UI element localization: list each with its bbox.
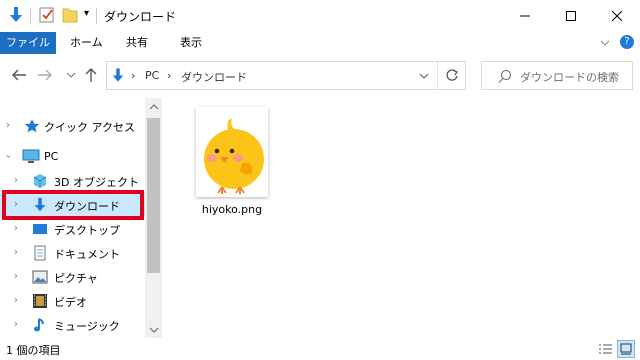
sidebar-item-label: 3D オブジェクト <box>54 176 139 189</box>
3d-objects-icon <box>32 173 48 189</box>
file-name: hiyoko.png <box>201 203 263 216</box>
ribbon-tabs: ファイル ホーム 共有 表示 ? <box>0 32 640 54</box>
pictures-icon <box>32 269 48 285</box>
breadcrumb-downloads[interactable]: ダウンロード <box>181 69 247 85</box>
expand-chevron-icon[interactable]: › <box>14 247 18 258</box>
chevron-down-icon <box>66 72 76 78</box>
chick-image-thumbnail <box>196 107 268 197</box>
star-icon <box>24 118 40 134</box>
details-view-icon <box>599 344 612 354</box>
sidebar-item-label: デスクトップ <box>54 224 120 237</box>
pc-icon <box>22 149 40 165</box>
tab-share[interactable]: 共有 <box>116 32 158 54</box>
window-title: ダウンロード <box>104 10 177 24</box>
maximize-button[interactable] <box>548 0 594 32</box>
navigation-pane: › クイック アクセス › PC › 3D オブジェクト › ダウンロード › … <box>0 98 162 338</box>
collapse-chevron-icon[interactable]: › <box>3 155 14 159</box>
sidebar-item-videos[interactable]: › ビデオ <box>0 289 145 313</box>
breadcrumb-separator[interactable]: › <box>167 69 171 82</box>
desktop-icon <box>32 221 48 237</box>
download-folder-icon <box>8 6 24 27</box>
expand-chevron-icon[interactable]: › <box>6 120 10 131</box>
sidebar-item-desktop[interactable]: › デスクトップ <box>0 217 145 241</box>
download-icon <box>111 67 125 87</box>
title-bar: ▾ ダウンロード <box>0 0 640 32</box>
navigation-bar: › PC › ダウンロード ダウンロードの検索 <box>0 54 640 98</box>
recent-locations-button[interactable] <box>62 66 80 84</box>
sidebar-item-label: ビデオ <box>54 296 87 309</box>
address-dropdown-icon[interactable] <box>419 71 429 84</box>
tab-view[interactable]: 表示 <box>170 32 212 54</box>
properties-icon[interactable] <box>39 6 55 27</box>
tab-home[interactable]: ホーム <box>60 32 113 54</box>
sidebar-item-quick-access[interactable]: › クイック アクセス <box>0 114 145 138</box>
ribbon-expand-icon[interactable] <box>599 37 611 52</box>
sidebar-item-label: PC <box>44 150 59 163</box>
large-icons-view-icon <box>620 343 632 355</box>
sidebar-scrollbar[interactable] <box>145 98 162 338</box>
tab-file[interactable]: ファイル <box>0 32 56 54</box>
up-arrow-icon <box>85 68 97 82</box>
item-count: 1 個の項目 <box>6 344 61 357</box>
up-button[interactable] <box>82 66 100 84</box>
refresh-icon[interactable] <box>445 68 459 85</box>
expand-chevron-icon[interactable]: › <box>14 295 18 306</box>
file-item[interactable]: hiyoko.png <box>191 104 273 218</box>
forward-button[interactable] <box>36 66 54 84</box>
sidebar-item-label: ピクチャ <box>54 272 98 285</box>
expand-chevron-icon[interactable]: › <box>14 271 18 282</box>
help-icon[interactable]: ? <box>620 35 634 49</box>
sidebar-item-documents[interactable]: › ドキュメント <box>0 241 145 265</box>
music-icon <box>32 317 48 333</box>
sidebar-item-music[interactable]: › ミュージック <box>0 313 145 337</box>
status-bar: 1 個の項目 <box>0 338 640 360</box>
scroll-down-icon[interactable] <box>145 321 162 338</box>
sidebar-item-label: ドキュメント <box>54 248 120 261</box>
video-icon <box>32 293 48 309</box>
details-view-button[interactable] <box>596 340 614 358</box>
back-button[interactable] <box>10 66 28 84</box>
minimize-icon <box>520 15 530 17</box>
scroll-thumb[interactable] <box>147 118 160 273</box>
large-icons-view-button[interactable] <box>617 340 635 358</box>
close-button[interactable] <box>594 0 640 32</box>
maximize-icon <box>566 11 576 21</box>
new-folder-icon[interactable] <box>62 6 78 27</box>
search-icon <box>498 69 512 86</box>
address-bar[interactable]: › PC › ダウンロード <box>106 61 466 90</box>
expand-chevron-icon[interactable]: › <box>14 175 18 186</box>
forward-arrow-icon <box>38 69 52 81</box>
back-arrow-icon <box>12 69 26 81</box>
search-placeholder: ダウンロードの検索 <box>520 71 619 84</box>
expand-chevron-icon[interactable]: › <box>14 223 18 234</box>
highlight-box <box>2 190 144 220</box>
document-icon <box>32 245 48 261</box>
scroll-up-icon[interactable] <box>145 98 162 115</box>
sidebar-item-pc[interactable]: › PC <box>0 145 145 169</box>
close-icon <box>612 11 622 21</box>
sidebar-item-label: クイック アクセス <box>44 121 135 134</box>
sidebar-item-label: ミュージック <box>54 320 120 333</box>
sidebar-item-pictures[interactable]: › ピクチャ <box>0 265 145 289</box>
minimize-button[interactable] <box>502 0 548 32</box>
breadcrumb-pc[interactable]: PC <box>145 69 159 82</box>
qat-dropdown-icon[interactable]: ▾ <box>84 8 89 19</box>
search-box[interactable]: ダウンロードの検索 <box>481 61 633 90</box>
file-list: hiyoko.png <box>163 98 640 338</box>
expand-chevron-icon[interactable]: › <box>14 319 18 330</box>
breadcrumb-separator[interactable]: › <box>131 69 135 82</box>
